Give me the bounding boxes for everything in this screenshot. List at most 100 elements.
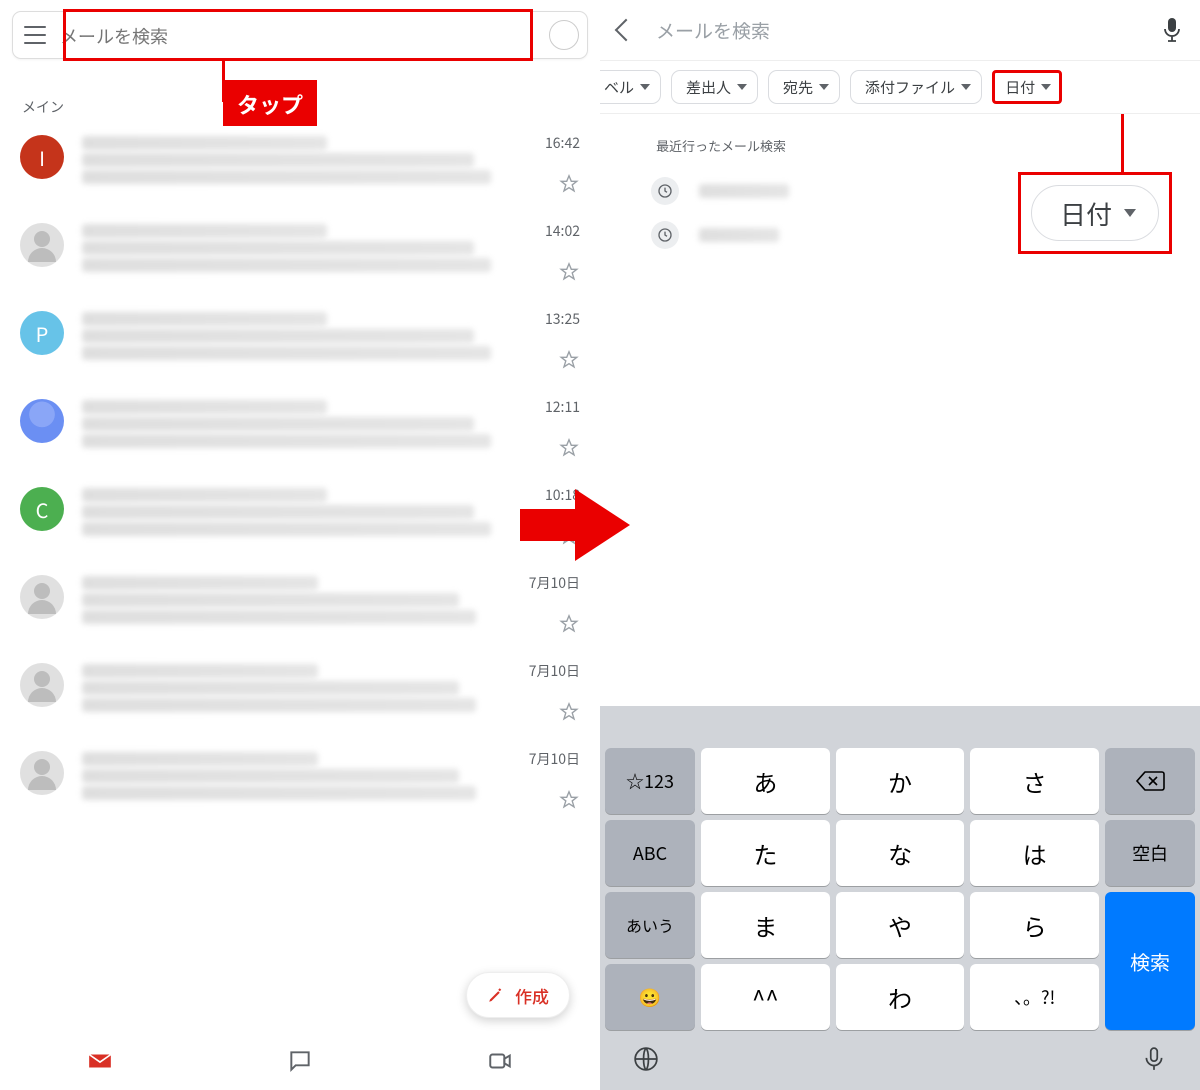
key[interactable]: 、。?! — [970, 964, 1099, 1030]
star-icon[interactable] — [558, 789, 580, 811]
mail-row[interactable]: I 16:42 — [0, 121, 600, 209]
mail-time: 13:25 — [545, 309, 580, 329]
key-space[interactable]: 空白 — [1105, 820, 1195, 886]
sender-avatar[interactable] — [20, 575, 64, 619]
sender-avatar[interactable]: I — [20, 135, 64, 179]
chat-tab-icon[interactable] — [287, 1048, 313, 1074]
key[interactable]: わ — [836, 964, 965, 1030]
mail-meta: 16:42 — [545, 133, 580, 195]
pencil-icon — [487, 986, 505, 1004]
sender-avatar[interactable] — [20, 663, 64, 707]
star-icon[interactable] — [558, 613, 580, 635]
mail-time: 7月10日 — [529, 661, 580, 681]
chevron-down-icon — [640, 84, 650, 90]
dictation-icon[interactable] — [1141, 1046, 1167, 1072]
gmail-search-screen: メールを検索 ベル差出人宛先添付ファイル日付 最近行ったメール検索 日付 ☆12… — [600, 0, 1200, 1090]
key[interactable]: た — [701, 820, 830, 886]
star-icon[interactable] — [558, 349, 580, 371]
mail-preview — [82, 309, 527, 371]
search-header: メールを検索 — [600, 0, 1200, 60]
annotation-connector — [1121, 114, 1124, 174]
mail-row[interactable]: 7月10日 — [0, 737, 600, 825]
filter-chip[interactable]: 日付 — [992, 70, 1062, 104]
sender-avatar[interactable]: P — [20, 311, 64, 355]
mail-meta: 7月10日 — [529, 573, 580, 635]
mail-time: 7月10日 — [529, 749, 580, 769]
key[interactable]: ^^ — [701, 964, 830, 1030]
star-icon[interactable] — [558, 173, 580, 195]
key[interactable]: な — [836, 820, 965, 886]
key[interactable]: ま — [701, 892, 830, 958]
mail-time: 7月10日 — [529, 573, 580, 593]
key-search[interactable]: 検索 — [1105, 892, 1195, 1030]
chip-label: 差出人 — [686, 77, 731, 98]
star-icon[interactable] — [558, 437, 580, 459]
mail-preview — [82, 397, 527, 459]
chevron-down-icon — [1041, 84, 1051, 90]
key[interactable]: ☆123 — [605, 748, 695, 814]
annotation-zoom-box: 日付 — [1018, 172, 1172, 254]
sender-avatar[interactable]: C — [20, 487, 64, 531]
search-placeholder: メールを検索 — [656, 17, 1140, 44]
filter-chips-row[interactable]: ベル 差出人 宛先 添付ファイル 日付 — [600, 60, 1200, 114]
mail-preview — [82, 221, 527, 283]
key[interactable]: ら — [970, 892, 1099, 958]
back-icon[interactable] — [615, 19, 638, 42]
key-backspace[interactable] — [1105, 748, 1195, 814]
hamburger-icon[interactable] — [24, 26, 46, 44]
key[interactable]: さ — [970, 748, 1099, 814]
mail-row[interactable]: 12:11 — [0, 385, 600, 473]
microphone-icon[interactable] — [1162, 17, 1182, 43]
key[interactable]: や — [836, 892, 965, 958]
mail-time: 14:02 — [545, 221, 580, 241]
compose-button[interactable]: 作成 — [466, 972, 570, 1018]
compose-label: 作成 — [515, 983, 549, 1008]
star-icon[interactable] — [558, 701, 580, 723]
mail-row[interactable]: 7月10日 — [0, 649, 600, 737]
mail-time: 12:11 — [545, 397, 580, 417]
mail-preview — [82, 573, 511, 635]
key[interactable]: あいう — [605, 892, 695, 958]
chevron-down-icon — [1124, 209, 1136, 217]
mail-meta: 7月10日 — [529, 749, 580, 811]
key[interactable]: か — [836, 748, 965, 814]
sender-avatar[interactable] — [20, 399, 64, 443]
star-icon[interactable] — [558, 261, 580, 283]
filter-chip[interactable]: 添付ファイル — [850, 70, 982, 104]
filter-chip[interactable]: 差出人 — [671, 70, 758, 104]
mail-row[interactable]: 7月10日 — [0, 561, 600, 649]
key[interactable]: あ — [701, 748, 830, 814]
keyboard-suggestion-bar — [605, 712, 1195, 748]
search-bar[interactable]: メールを検索 — [12, 11, 588, 59]
mail-preview — [82, 485, 527, 547]
mail-preview — [82, 749, 511, 811]
mail-tab-icon[interactable] — [87, 1048, 113, 1074]
key[interactable]: は — [970, 820, 1099, 886]
meet-tab-icon[interactable] — [487, 1048, 513, 1074]
mail-meta: 14:02 — [545, 221, 580, 283]
filter-chip[interactable]: ベル — [600, 70, 661, 104]
mail-row[interactable]: P 13:25 — [0, 297, 600, 385]
mail-list[interactable]: I 16:42 14:02 P 13:25 12:11 C10:18 7月10日 7月10日 7月… — [0, 121, 600, 1032]
key[interactable]: ABC — [605, 820, 695, 886]
recent-searches-label: 最近行ったメール検索 — [600, 114, 1200, 169]
sender-avatar[interactable] — [20, 223, 64, 267]
blurred-text — [699, 184, 789, 198]
filter-chip[interactable]: 宛先 — [768, 70, 840, 104]
key-emoji[interactable]: 😀 — [605, 964, 695, 1030]
software-keyboard: ☆123あかさ ABCたなは空白あいうまやら検索 😀^^わ、。?! — [600, 706, 1200, 1090]
date-filter-chip-zoomed: 日付 — [1031, 185, 1159, 241]
mail-row[interactable]: 14:02 — [0, 209, 600, 297]
chip-label: 添付ファイル — [865, 77, 955, 98]
mail-time: 16:42 — [545, 133, 580, 153]
annotation-tap-label: タップ — [223, 80, 317, 126]
history-icon — [651, 221, 679, 249]
globe-icon[interactable] — [633, 1046, 659, 1072]
profile-avatar[interactable] — [549, 20, 579, 50]
chip-label: 宛先 — [783, 77, 813, 98]
search-wrap: メールを検索 — [0, 0, 600, 59]
sender-avatar[interactable] — [20, 751, 64, 795]
bottom-nav — [0, 1032, 600, 1090]
zoom-chip-label: 日付 — [1060, 195, 1112, 232]
mail-row[interactable]: C10:18 — [0, 473, 600, 561]
